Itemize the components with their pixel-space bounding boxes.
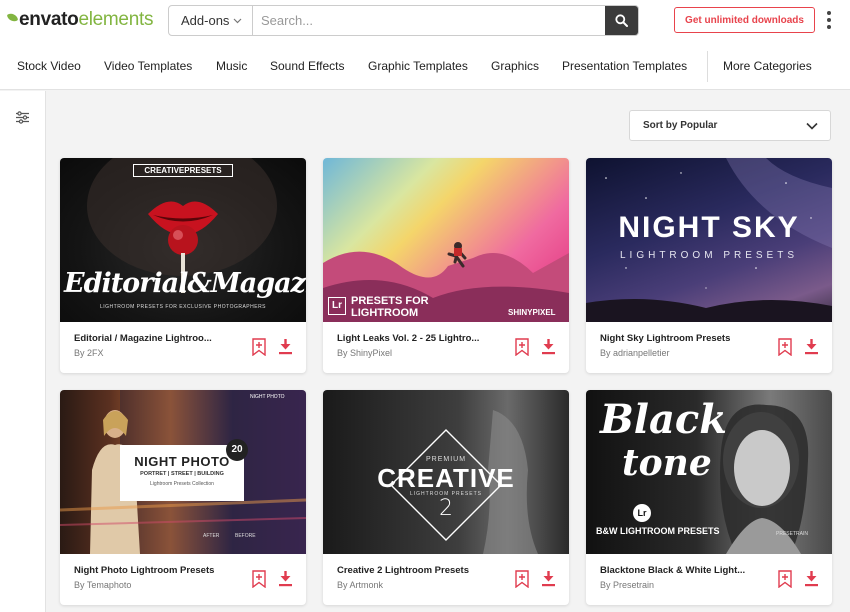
thumb-number-label: 2 bbox=[439, 496, 453, 521]
search-bar: Add-ons bbox=[168, 5, 639, 36]
nav-more-categories[interactable]: More Categories bbox=[723, 59, 812, 73]
item-author[interactable]: By Temaphoto bbox=[74, 580, 131, 590]
envato-logo[interactable]: envato elements bbox=[6, 9, 154, 31]
item-card[interactable]: PREMIUM CREATIVE LIGHTROOM PRESETS 2 Cre… bbox=[323, 390, 569, 605]
sort-dropdown[interactable]: Sort by Popular bbox=[629, 110, 831, 141]
chevron-down-icon bbox=[233, 16, 242, 26]
item-title[interactable]: Editorial / Magazine Lightroo... bbox=[74, 333, 234, 344]
nav-stock-video[interactable]: Stock Video bbox=[17, 59, 81, 73]
bookmark-add-icon[interactable] bbox=[515, 570, 529, 593]
thumb-main-label-2: tone bbox=[622, 442, 712, 484]
chevron-down-icon bbox=[806, 122, 818, 130]
item-author[interactable]: By Artmonk bbox=[337, 580, 383, 590]
thumb-main-label-1: Black bbox=[600, 396, 727, 443]
thumb-sub-label: LIGHTROOM PRESETS FOR EXCLUSIVE PHOTOGRA… bbox=[99, 304, 267, 310]
category-select[interactable]: Add-ons bbox=[169, 6, 253, 35]
nav-graphics[interactable]: Graphics bbox=[491, 59, 539, 73]
item-author[interactable]: By adrianpelletier bbox=[600, 348, 670, 358]
thumb-main-label: NIGHT SKY bbox=[618, 211, 800, 244]
nav-video-templates[interactable]: Video Templates bbox=[104, 59, 192, 73]
download-icon[interactable] bbox=[278, 338, 293, 360]
filter-sliders-icon[interactable] bbox=[15, 111, 30, 129]
thumb-corner-label: SHINYPIXEL bbox=[508, 308, 556, 317]
thumb-line1: PRESETS FOR bbox=[351, 295, 429, 307]
item-author[interactable]: By Presetrain bbox=[600, 580, 654, 590]
item-card[interactable]: CREATIVEPRESETS Editorial&Magazine LIGHT… bbox=[60, 158, 306, 373]
search-icon bbox=[615, 14, 628, 27]
item-title[interactable]: Creative 2 Lightroom Presets bbox=[337, 565, 497, 576]
filter-rail bbox=[0, 91, 46, 612]
thumb-main-label: NIGHT PHOTO bbox=[134, 454, 230, 469]
item-title[interactable]: Night Sky Lightroom Presets bbox=[600, 333, 760, 344]
item-card[interactable]: NIGHT PHOTO 20 NIGHT PHOTO PORTRET | STR… bbox=[60, 390, 306, 605]
category-select-label: Add-ons bbox=[181, 13, 230, 28]
thumb-top-label: CREATIVEPRESETS bbox=[133, 164, 233, 177]
item-thumbnail[interactable]: PREMIUM CREATIVE LIGHTROOM PRESETS 2 bbox=[323, 390, 569, 554]
thumb-premium-label: PREMIUM bbox=[425, 456, 467, 463]
item-thumbnail[interactable]: NIGHT SKY LIGHTROOM PRESETS bbox=[586, 158, 832, 322]
nav-presentation-templates[interactable]: Presentation Templates bbox=[562, 59, 687, 73]
download-icon[interactable] bbox=[541, 570, 556, 592]
lightroom-badge: Lr bbox=[328, 297, 346, 315]
download-icon[interactable] bbox=[804, 338, 819, 360]
thumb-corner-label: NIGHT PHOTO bbox=[250, 394, 285, 400]
thumb-sub-label: B&W LIGHTROOM PRESETS bbox=[596, 526, 720, 536]
lightroom-badge: Lr bbox=[633, 504, 651, 522]
download-icon[interactable] bbox=[278, 570, 293, 592]
bookmark-add-icon[interactable] bbox=[778, 338, 792, 361]
thumb-sub-label: PORTRET | STREET | BUILDING bbox=[140, 471, 224, 477]
nav-sound-effects[interactable]: Sound Effects bbox=[270, 59, 345, 73]
bookmark-add-icon[interactable] bbox=[778, 570, 792, 593]
logo-word-elements: elements bbox=[78, 9, 154, 30]
item-card[interactable]: Lr PRESETS FOR LIGHTROOM SHINYPIXEL Ligh… bbox=[323, 158, 569, 373]
item-card[interactable]: NIGHT SKY LIGHTROOM PRESETS Night Sky Li… bbox=[586, 158, 832, 373]
item-thumbnail[interactable]: Black tone Lr B&W LIGHTROOM PRESETS PRES… bbox=[586, 390, 832, 554]
thumb-sub-label: LIGHTROOM PRESETS bbox=[619, 250, 798, 261]
item-title[interactable]: Light Leaks Vol. 2 - 25 Lightro... bbox=[337, 333, 497, 344]
thumb-line2: LIGHTROOM bbox=[351, 307, 419, 319]
thumb-after-label: AFTER bbox=[203, 533, 220, 539]
thumb-sub2-label: Lightroom Presets Collection bbox=[150, 481, 214, 487]
item-thumbnail[interactable]: NIGHT PHOTO 20 NIGHT PHOTO PORTRET | STR… bbox=[60, 390, 306, 554]
nav-graphic-templates[interactable]: Graphic Templates bbox=[368, 59, 468, 73]
bookmark-add-icon[interactable] bbox=[252, 570, 266, 593]
bookmark-add-icon[interactable] bbox=[252, 338, 266, 361]
item-title[interactable]: Night Photo Lightroom Presets bbox=[74, 565, 234, 576]
item-author[interactable]: By ShinyPixel bbox=[337, 348, 392, 358]
item-card[interactable]: Black tone Lr B&W LIGHTROOM PRESETS PRES… bbox=[586, 390, 832, 605]
more-vertical-icon[interactable] bbox=[826, 11, 832, 29]
top-header: envato elements Add-ons Get unlimited do… bbox=[0, 0, 850, 90]
search-input[interactable] bbox=[253, 6, 605, 35]
thumb-main-label: CREATIVE bbox=[377, 463, 515, 493]
item-thumbnail[interactable]: Lr PRESETS FOR LIGHTROOM SHINYPIXEL bbox=[323, 158, 569, 322]
bookmark-add-icon[interactable] bbox=[515, 338, 529, 361]
thumb-corner-label: PRESETRAIN bbox=[776, 531, 808, 537]
download-icon[interactable] bbox=[541, 338, 556, 360]
sort-label: Sort by Popular bbox=[643, 120, 718, 131]
item-author[interactable]: By 2FX bbox=[74, 348, 104, 358]
item-thumbnail[interactable]: CREATIVEPRESETS Editorial&Magazine LIGHT… bbox=[60, 158, 306, 322]
envato-leaf-icon bbox=[6, 11, 19, 23]
get-unlimited-downloads-button[interactable]: Get unlimited downloads bbox=[674, 7, 815, 33]
thumb-main-label: Editorial&Magazine bbox=[64, 268, 306, 299]
download-icon[interactable] bbox=[804, 570, 819, 592]
logo-word-envato: envato bbox=[19, 9, 79, 30]
thumb-before-label: BEFORE bbox=[235, 533, 256, 539]
nav-music[interactable]: Music bbox=[216, 59, 247, 73]
item-title[interactable]: Blacktone Black & White Light... bbox=[600, 565, 760, 576]
nav-divider bbox=[707, 51, 708, 82]
search-button[interactable] bbox=[605, 6, 638, 35]
